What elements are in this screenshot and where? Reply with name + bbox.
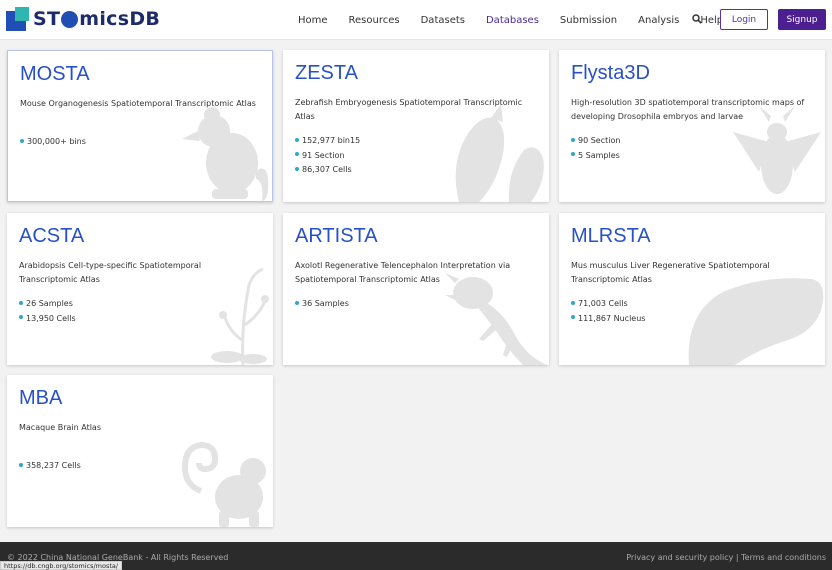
card-description: Mus musculus Liver Regenerative Spatiote… bbox=[571, 261, 770, 284]
nav-databases[interactable]: Databases bbox=[486, 15, 539, 26]
nav-datasets[interactable]: Datasets bbox=[421, 15, 465, 26]
nav-links: Home Resources Datasets Databases Submis… bbox=[298, 0, 744, 40]
nav-resources[interactable]: Resources bbox=[349, 15, 400, 26]
stat-item: 358,237 Cells bbox=[19, 459, 81, 474]
page-footer: © 2022 China National GeneBank - All Rig… bbox=[0, 542, 832, 570]
card-stats: 152,977 bin15 91 Section 86,307 Cells bbox=[295, 134, 360, 178]
stomicsdb-logo[interactable]: ST micsDB bbox=[6, 6, 160, 32]
database-card-mlrsta[interactable]: MLRSTA Mus musculus Liver Regenerative S… bbox=[559, 213, 825, 365]
card-title[interactable]: MLRSTA bbox=[571, 225, 651, 248]
nav-home[interactable]: Home bbox=[298, 15, 328, 26]
card-title[interactable]: MOSTA bbox=[20, 63, 90, 86]
card-description: Mouse Organogenesis Spatiotemporal Trans… bbox=[20, 99, 256, 108]
card-description: Macaque Brain Atlas bbox=[19, 423, 101, 432]
stat-item: 26 Samples bbox=[19, 297, 76, 312]
stat-item: 152,977 bin15 bbox=[295, 134, 360, 149]
nav-analysis[interactable]: Analysis bbox=[638, 15, 679, 26]
stat-item: 71,003 Cells bbox=[571, 297, 645, 312]
stat-item: 300,000+ bins bbox=[20, 135, 86, 150]
logo-mark-icon bbox=[6, 7, 30, 31]
stat-item: 111,867 Nucleus bbox=[571, 312, 645, 327]
database-card-zesta[interactable]: ZESTA Zebrafish Embryogenesis Spatiotemp… bbox=[283, 50, 549, 202]
stat-item: 13,950 Cells bbox=[19, 312, 76, 327]
stat-item: 86,307 Cells bbox=[295, 163, 360, 178]
stat-item: 36 Samples bbox=[295, 297, 349, 312]
status-bar-url: https://db.cngb.org/stomics/mosta/ bbox=[0, 561, 123, 570]
card-title[interactable]: ZESTA bbox=[295, 62, 358, 85]
nav-submission[interactable]: Submission bbox=[560, 15, 617, 26]
privacy-policy-link[interactable]: Privacy and security policy bbox=[626, 553, 733, 562]
card-description: Arabidopsis Cell-type-specific Spatiotem… bbox=[19, 261, 202, 284]
terms-link[interactable]: Terms and conditions bbox=[741, 553, 826, 562]
login-button[interactable]: Login bbox=[720, 9, 768, 30]
card-stats: 90 Section 5 Samples bbox=[571, 134, 620, 163]
top-navbar: ST micsDB Home Resources Datasets Databa… bbox=[0, 0, 832, 40]
monkey-icon bbox=[181, 441, 266, 527]
stat-item: 5 Samples bbox=[571, 149, 620, 164]
signup-button[interactable]: Signup bbox=[778, 9, 826, 30]
card-stats: 71,003 Cells 111,867 Nucleus bbox=[571, 297, 645, 326]
database-card-acsta[interactable]: ACSTA Arabidopsis Cell-type-specific Spa… bbox=[7, 213, 273, 365]
database-card-flysta3d[interactable]: Flysta3D High-resolution 3D spatiotempor… bbox=[559, 50, 825, 202]
card-title[interactable]: ACSTA bbox=[19, 225, 84, 248]
stat-item: 90 Section bbox=[571, 134, 620, 149]
mouse-icon bbox=[182, 107, 269, 201]
database-card-mba[interactable]: MBA Macaque Brain Atlas 358,237 Cells bbox=[7, 375, 273, 527]
logo-text-left: ST bbox=[33, 8, 61, 30]
card-title[interactable]: Flysta3D bbox=[571, 62, 650, 85]
footer-separator: | bbox=[735, 553, 739, 562]
database-card-artista[interactable]: ARTISTA Axolotl Regenerative Telencephal… bbox=[283, 213, 549, 365]
database-card-mosta[interactable]: MOSTA Mouse Organogenesis Spatiotemporal… bbox=[7, 50, 273, 202]
card-description: High-resolution 3D spatiotemporal transc… bbox=[571, 98, 805, 121]
search-icon[interactable] bbox=[692, 14, 702, 24]
card-description: Zebrafish Embryogenesis Spatiotemporal T… bbox=[295, 98, 523, 121]
logo-text-right: micsDB bbox=[79, 8, 161, 30]
card-title[interactable]: ARTISTA bbox=[295, 225, 378, 248]
logo-dot-icon bbox=[61, 10, 79, 28]
card-stats: 300,000+ bins bbox=[20, 135, 86, 150]
card-stats: 36 Samples bbox=[295, 297, 349, 312]
card-stats: 26 Samples 13,950 Cells bbox=[19, 297, 76, 326]
card-stats: 358,237 Cells bbox=[19, 459, 81, 474]
card-title[interactable]: MBA bbox=[19, 387, 62, 410]
stat-item: 91 Section bbox=[295, 149, 360, 164]
card-description: Axolotl Regenerative Telencephalon Inter… bbox=[295, 261, 511, 284]
